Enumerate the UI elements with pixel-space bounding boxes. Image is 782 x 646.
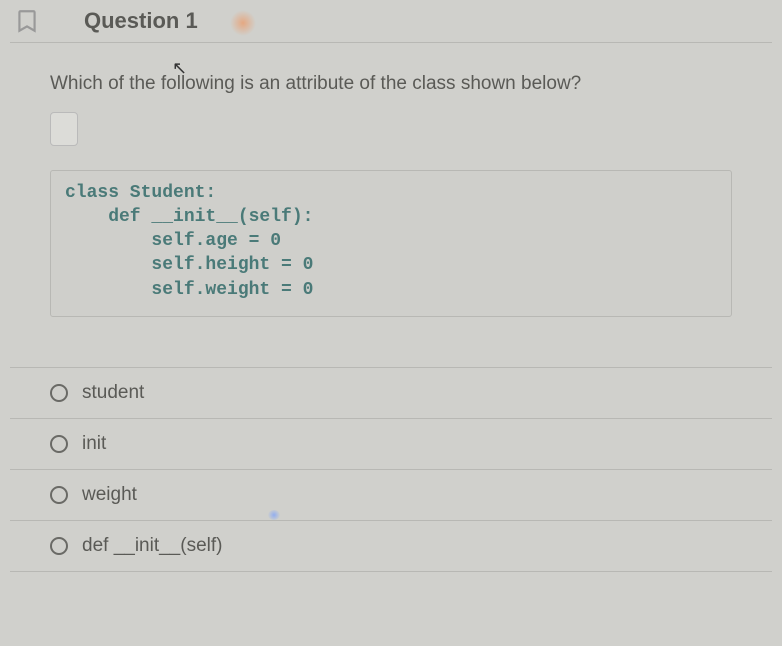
option-label: weight: [82, 484, 137, 506]
question-title: Question 1: [84, 8, 198, 34]
option-label: student: [82, 382, 144, 404]
radio-icon: [50, 486, 68, 504]
question-prompt: Which of the following is an attribute o…: [50, 71, 732, 98]
option-label: def __init__(self): [82, 535, 222, 557]
radio-icon: [50, 384, 68, 402]
question-body: Which of the following is an attribute o…: [10, 43, 772, 580]
option-student[interactable]: student: [10, 367, 772, 418]
code-content: class Student: def __init__(self): self.…: [65, 181, 717, 302]
option-init[interactable]: init: [10, 418, 772, 469]
code-block: class Student: def __init__(self): self.…: [50, 170, 732, 317]
option-weight[interactable]: weight: [10, 469, 772, 520]
radio-icon: [50, 537, 68, 555]
option-label: init: [82, 433, 106, 455]
bookmark-icon[interactable]: [14, 8, 40, 39]
attachment-icon[interactable]: [50, 112, 78, 146]
radio-icon: [50, 435, 68, 453]
question-header: Question 1: [10, 0, 772, 43]
option-def-init[interactable]: def __init__(self): [10, 520, 772, 572]
answer-options: student init weight def __init__(self): [10, 367, 772, 572]
